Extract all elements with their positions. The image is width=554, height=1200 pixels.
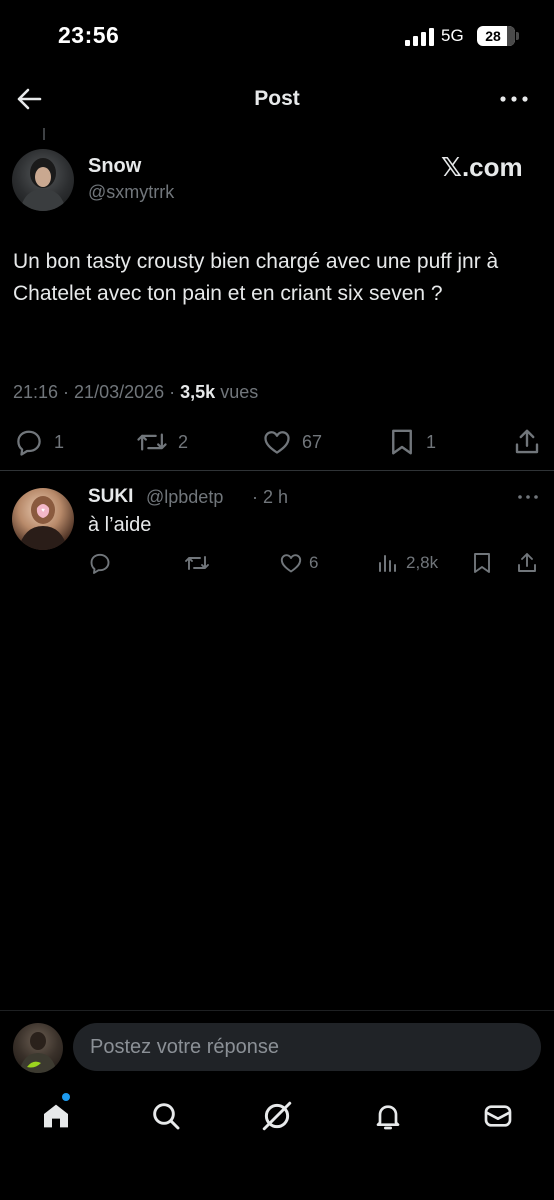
signal-strength-icon xyxy=(405,28,434,46)
avatar-portrait-icon xyxy=(20,158,66,211)
repost-count: 2 xyxy=(178,431,189,452)
notifications-icon xyxy=(376,1105,400,1130)
repost-icon xyxy=(137,433,167,451)
reply-more-icon[interactable] xyxy=(516,488,540,506)
heart-icon xyxy=(280,554,302,573)
reply-like-count: 6 xyxy=(309,553,319,572)
bookmark-button[interactable]: 1 xyxy=(388,427,436,457)
views-label: vues xyxy=(220,382,259,402)
thread-connector-line xyxy=(43,128,45,140)
reply-views-button[interactable]: 2,8k xyxy=(376,551,438,575)
reply-input[interactable] xyxy=(73,1023,541,1071)
reply-repost-button[interactable] xyxy=(184,551,210,575)
reply-text: à l’aide xyxy=(88,514,152,536)
post-text: Un bon tasty crousty bien chargé avec un… xyxy=(13,250,499,305)
reply-reply-button[interactable] xyxy=(88,551,112,575)
network-type: 5G xyxy=(441,26,464,45)
analytics-icon xyxy=(379,555,396,572)
share-icon xyxy=(518,553,536,572)
post-meta: 21:16 · 21/03/2026 · 3,5k vues xyxy=(13,382,258,403)
author-handle[interactable]: @sxmytrrk xyxy=(88,182,174,203)
reply-button[interactable]: 1 xyxy=(14,427,64,457)
bottom-nav xyxy=(0,1086,554,1156)
nav-messages[interactable] xyxy=(478,1096,518,1136)
avatar-portrait-icon: ♥ xyxy=(18,496,68,550)
avatar-portrait-icon xyxy=(19,1032,57,1073)
messages-icon xyxy=(484,1105,512,1127)
share-icon xyxy=(515,429,539,454)
reply-bookmark-button[interactable] xyxy=(471,551,493,575)
bookmark-icon xyxy=(474,553,490,573)
repost-button[interactable]: 2 xyxy=(136,427,188,457)
nav-home[interactable] xyxy=(36,1096,76,1136)
battery-icon: 28 xyxy=(477,26,515,46)
battery-level: 28 xyxy=(485,28,501,44)
reply-share-button[interactable] xyxy=(515,551,539,575)
divider xyxy=(0,470,554,471)
reply-like-button[interactable]: 6 xyxy=(279,551,318,575)
reply-author-avatar[interactable]: ♥ xyxy=(12,488,74,550)
meta-separator: · xyxy=(58,382,75,402)
home-indicator xyxy=(206,1184,348,1189)
search-icon xyxy=(153,1103,180,1130)
reply-author-name[interactable]: SUKI xyxy=(88,486,133,508)
nav-search[interactable] xyxy=(146,1096,186,1136)
grok-icon xyxy=(262,1101,292,1131)
page-title: Post xyxy=(254,87,300,110)
like-button[interactable]: 67 xyxy=(262,427,322,457)
battery-tip xyxy=(516,32,519,40)
reply-icon xyxy=(90,553,110,574)
post-date: 21/03/2026 xyxy=(74,382,165,402)
post-time: 21:16 xyxy=(13,382,59,402)
reply-author-handle[interactable]: @lpbdetp xyxy=(146,487,223,508)
bookmark-icon xyxy=(392,429,412,455)
more-options-icon[interactable] xyxy=(498,84,530,114)
bookmark-count: 1 xyxy=(426,431,437,452)
reply-time: · 2 h xyxy=(252,487,289,507)
like-count: 67 xyxy=(302,431,323,452)
views-count[interactable]: 3,5k xyxy=(180,382,215,402)
nav-notifications[interactable] xyxy=(368,1096,408,1136)
reply-views-count: 2,8k xyxy=(406,553,439,572)
current-user-avatar[interactable] xyxy=(13,1023,63,1073)
reply-count: 1 xyxy=(54,431,65,452)
author-name[interactable]: Snow xyxy=(88,155,141,178)
home-icon xyxy=(44,1104,68,1128)
status-time: 23:56 xyxy=(58,22,120,48)
nav-grok[interactable] xyxy=(257,1096,297,1136)
heart-icon xyxy=(264,431,290,454)
reply-icon xyxy=(17,430,41,456)
share-button[interactable] xyxy=(512,427,542,457)
status-bar: 23:56 5G 28 xyxy=(0,0,554,70)
meta-separator: · xyxy=(164,382,181,402)
repost-icon xyxy=(185,556,209,570)
battery-empty-portion xyxy=(507,26,515,46)
svg-text:♥: ♥ xyxy=(41,508,45,514)
header: Post xyxy=(0,70,554,128)
source-badge: 𝕏.com xyxy=(441,152,523,182)
notification-dot xyxy=(62,1093,70,1101)
compose-bar xyxy=(0,1010,554,1086)
author-avatar[interactable] xyxy=(12,149,74,211)
